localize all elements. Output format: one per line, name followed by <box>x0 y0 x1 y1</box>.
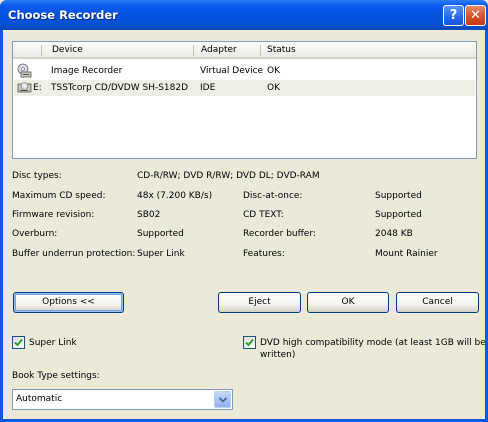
device-name: Image Recorder <box>51 66 123 76</box>
firmware-label: Firmware revision: <box>12 210 95 220</box>
buffer-underrun-label: Buffer underrun protection: <box>12 249 136 259</box>
recorder-buffer-label: Recorder buffer: <box>243 229 316 239</box>
column-divider[interactable] <box>41 45 42 56</box>
optical-drive-icon <box>17 82 32 93</box>
device-adapter: Virtual Device <box>200 66 264 76</box>
book-type-value: Automatic <box>16 394 63 404</box>
device-status: OK <box>267 83 280 93</box>
book-type-label: Book Type settings: <box>12 371 100 381</box>
device-adapter: IDE <box>200 83 216 93</box>
device-drive-letter: E: <box>33 83 42 93</box>
eject-button[interactable]: Eject <box>218 292 301 313</box>
close-button[interactable]: ✕ <box>465 5 486 26</box>
book-type-select[interactable]: Automatic <box>12 389 233 410</box>
list-item-image-recorder[interactable]: Image Recorder Virtual Device OK <box>14 63 475 79</box>
overburn-value: Supported <box>137 229 184 239</box>
max-cd-speed-value: 48x (7.200 KB/s) <box>137 191 213 201</box>
dropdown-button[interactable] <box>214 391 231 408</box>
recorder-buffer-value: 2048 KB <box>375 229 413 239</box>
recorder-list[interactable]: Device Adapter Status Image Recorder Vir… <box>12 41 477 159</box>
column-header-status[interactable]: Status <box>267 45 296 55</box>
list-item-tsstcorp-drive[interactable]: E: TSSTcorp CD/DVDW SH-S182D IDE OK <box>14 80 475 96</box>
column-header-adapter[interactable]: Adapter <box>201 45 237 55</box>
checkmark-icon <box>245 338 254 347</box>
column-divider[interactable] <box>260 45 261 56</box>
disc-at-once-label: Disc-at-once: <box>243 191 303 201</box>
image-recorder-icon <box>17 63 32 78</box>
help-button[interactable]: ? <box>443 5 464 26</box>
disc-types-label: Disc types: <box>12 171 62 181</box>
dvd-compat-label-line2[interactable]: written) <box>260 350 295 360</box>
buffer-underrun-value: Super Link <box>137 249 185 259</box>
choose-recorder-dialog: Choose Recorder ? ✕ Device Adapter Statu… <box>0 0 488 422</box>
features-value: Mount Rainier <box>375 249 438 259</box>
device-status: OK <box>267 66 280 76</box>
overburn-label: Overburn: <box>12 229 58 239</box>
column-header-device[interactable]: Device <box>52 45 83 55</box>
dvd-compat-label-line1[interactable]: DVD high compatibility mode (at least 1G… <box>260 338 486 348</box>
cd-text-value: Supported <box>375 210 422 220</box>
dvd-compat-checkbox[interactable] <box>243 336 256 349</box>
window-title: Choose Recorder <box>8 8 118 22</box>
device-name: TSSTcorp CD/DVDW SH-S182D <box>51 83 189 93</box>
cancel-button[interactable]: Cancel <box>396 292 479 313</box>
column-divider[interactable] <box>193 45 194 56</box>
dialog-body: Device Adapter Status Image Recorder Vir… <box>3 30 486 419</box>
checkmark-icon <box>14 338 23 347</box>
super-link-checkbox[interactable] <box>12 336 25 349</box>
ok-button[interactable]: OK <box>307 292 389 313</box>
disc-types-value: CD-R/RW; DVD R/RW; DVD DL; DVD-RAM <box>137 171 320 181</box>
title-bar[interactable]: Choose Recorder ? ✕ <box>0 0 488 30</box>
features-label: Features: <box>243 249 285 259</box>
cd-text-label: CD TEXT: <box>243 210 284 220</box>
disc-at-once-value: Supported <box>375 191 422 201</box>
super-link-label[interactable]: Super Link <box>29 338 77 348</box>
max-cd-speed-label: Maximum CD speed: <box>12 191 106 201</box>
options-button[interactable]: Options << <box>13 292 124 313</box>
firmware-value: SB02 <box>137 210 161 220</box>
list-header: Device Adapter Status <box>13 42 476 59</box>
chevron-down-icon <box>219 397 227 403</box>
